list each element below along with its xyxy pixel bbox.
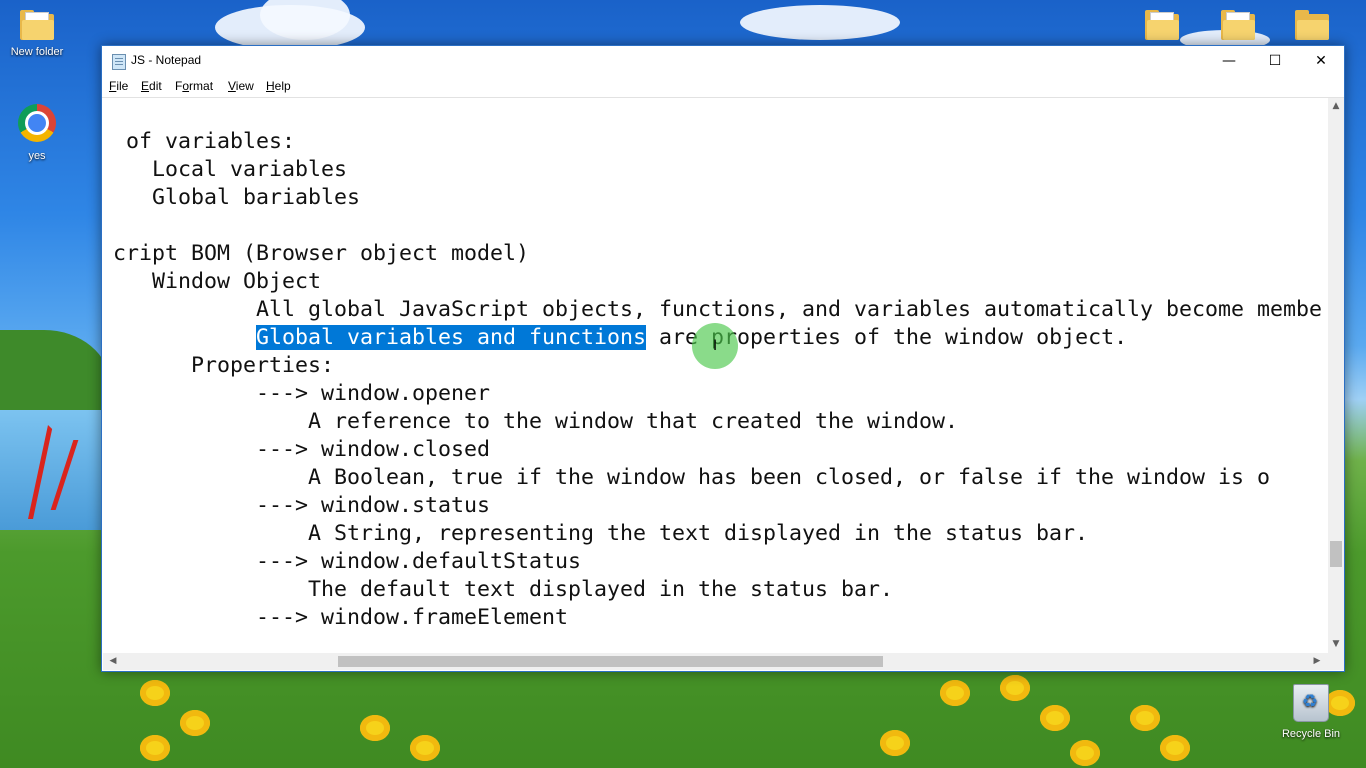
horizontal-scrollbar[interactable]: ◀ ▶ — [103, 653, 1328, 670]
text-line: Local variables — [113, 157, 348, 182]
scroll-down-arrow-icon[interactable]: ▼ — [1328, 639, 1344, 649]
folder-icon — [1295, 10, 1329, 40]
flower — [1130, 705, 1160, 731]
text-line: ---> window.status — [113, 493, 491, 518]
menu-label: ile — [116, 79, 129, 93]
text-line: The default text displayed in the status… — [113, 577, 894, 602]
text-line: All global JavaScript objects, functions… — [113, 297, 1323, 322]
hill — [0, 330, 110, 420]
folder-icon — [1221, 10, 1255, 40]
flower — [1070, 740, 1100, 766]
scroll-left-arrow-icon[interactable]: ◀ — [105, 656, 121, 666]
scrollbar-corner — [1328, 653, 1344, 670]
flower — [180, 710, 210, 736]
flower — [1040, 705, 1070, 731]
menu-bar: File Edit Format View Help — [102, 76, 1344, 98]
menu-accel: H — [266, 79, 275, 93]
minimize-button[interactable]: — — [1206, 46, 1252, 76]
desktop-icon-folder[interactable] — [1142, 10, 1182, 40]
text-line: A reference to the window that created t… — [113, 409, 959, 434]
menu-accel: E — [141, 79, 150, 93]
vertical-scrollbar[interactable]: ▲ ▼ — [1328, 98, 1344, 653]
window-title: JS - Notepad — [131, 53, 202, 67]
desktop-icon-label: yes — [28, 150, 46, 162]
menu-label: dit — [149, 79, 162, 93]
text-line: ---> window.defaultStatus — [113, 549, 582, 574]
flower — [1000, 675, 1030, 701]
text-line-selected: Global variables and functions are prope… — [113, 324, 1127, 352]
desktop-icon-folder[interactable] — [1218, 10, 1258, 40]
cloud — [740, 5, 900, 40]
menu-label: elp — [274, 79, 291, 93]
desktop-icon-new-folder[interactable]: New folder — [4, 10, 70, 58]
flower — [140, 680, 170, 706]
menu-view[interactable]: View — [228, 79, 254, 93]
close-button[interactable]: ✕ — [1298, 46, 1344, 76]
flower — [940, 680, 970, 706]
horizontal-scroll-thumb[interactable] — [338, 656, 883, 667]
text-line: ---> window.closed — [113, 437, 491, 462]
desktop-icon-label: New folder — [10, 46, 64, 58]
text-cursor-icon: I — [713, 338, 718, 354]
desktop-icon-folder[interactable] — [1292, 10, 1332, 40]
desktop-icon-chrome[interactable]: yes — [4, 104, 70, 162]
chrome-icon — [18, 104, 56, 142]
flower — [880, 730, 910, 756]
folder-icon — [20, 10, 54, 40]
text-line: ---> window.frameElement — [113, 605, 569, 630]
maximize-button[interactable]: ☐ — [1252, 46, 1298, 76]
menu-label: rmat — [189, 79, 214, 93]
menu-label: iew — [235, 79, 254, 93]
menu-format[interactable]: Format — [175, 79, 213, 93]
menu-edit[interactable]: Edit — [141, 79, 162, 93]
text-selection: Global variables and functions — [256, 325, 647, 350]
text-line: Window Object — [113, 269, 322, 294]
text-line: of variables: — [113, 129, 296, 154]
flower — [1160, 735, 1190, 761]
flower — [140, 735, 170, 761]
text-line: cript BOM (Browser object model) — [113, 241, 530, 266]
menu-help[interactable]: Help — [266, 79, 291, 93]
vertical-scroll-thumb[interactable] — [1330, 541, 1342, 567]
menu-accel: V — [228, 79, 236, 93]
text-line: A Boolean, true if the window has been c… — [113, 465, 1271, 490]
menu-file[interactable]: File — [109, 79, 128, 93]
text-line: Global bariables — [113, 185, 361, 210]
folder-icon — [1145, 10, 1179, 40]
scroll-right-arrow-icon[interactable]: ▶ — [1309, 656, 1325, 666]
notepad-icon — [112, 54, 126, 70]
recycle-bin-icon — [1293, 684, 1329, 722]
text-line: Properties: — [113, 353, 335, 378]
desktop-icon-recycle-bin[interactable]: Recycle Bin — [1278, 684, 1344, 740]
text-line: A String, representing the text displaye… — [113, 521, 1089, 546]
text-editor[interactable]: of variables: Local variables Global bar… — [103, 98, 1327, 653]
desktop-icon-label: Recycle Bin — [1281, 728, 1341, 740]
text-line: ---> window.opener — [113, 381, 491, 406]
scroll-up-arrow-icon[interactable]: ▲ — [1328, 101, 1344, 111]
flower — [410, 735, 440, 761]
flower — [360, 715, 390, 741]
title-bar[interactable]: JS - Notepad — ☐ ✕ — [102, 46, 1344, 76]
